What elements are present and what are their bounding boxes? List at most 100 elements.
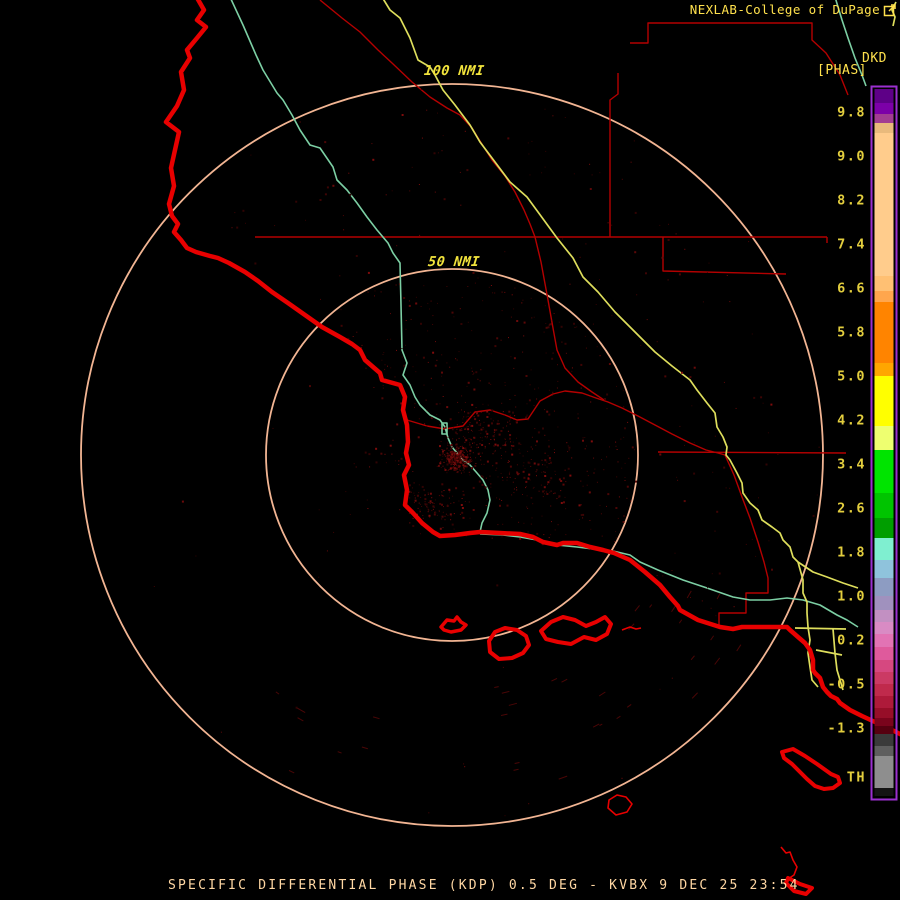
radar-echo-pixel bbox=[510, 424, 511, 425]
radar-echo-pixel bbox=[447, 458, 449, 460]
radar-echo-pixel bbox=[412, 487, 413, 488]
radar-echo-pixel bbox=[433, 509, 434, 510]
radar-echo-pixel bbox=[542, 464, 543, 465]
radar-echo-pixel bbox=[581, 504, 582, 505]
radar-echo-pixel bbox=[509, 472, 510, 473]
radar-echo-pixel bbox=[366, 368, 367, 369]
radar-echo-pixel bbox=[625, 477, 626, 478]
radar-echo-pixel bbox=[662, 575, 663, 576]
radar-echo-pixel bbox=[435, 499, 436, 500]
radar-echo-pixel bbox=[449, 498, 450, 499]
radar-echo-pixel bbox=[707, 587, 708, 588]
radar-echo-pixel bbox=[460, 308, 461, 309]
radar-echo-pixel bbox=[623, 406, 624, 407]
radar-echo-pixel bbox=[565, 343, 567, 345]
radar-echo-pixel bbox=[409, 522, 410, 523]
radar-echo-pixel bbox=[594, 473, 595, 474]
radar-echo-pixel bbox=[440, 461, 441, 462]
radar-echo-pixel bbox=[486, 433, 487, 434]
radar-echo-pixel bbox=[565, 508, 566, 509]
radar-echo-pixel bbox=[546, 353, 547, 354]
radar-echo-pixel bbox=[555, 474, 556, 475]
radar-echo-pixel bbox=[415, 371, 416, 372]
radar-echo-pixel bbox=[478, 425, 479, 426]
radar-echo-pixel bbox=[457, 424, 458, 425]
radar-echo-pixel bbox=[409, 513, 410, 514]
radar-echo-pixel bbox=[458, 461, 459, 462]
radar-echo-pixel bbox=[509, 421, 510, 422]
radar-echo-pixel bbox=[527, 416, 528, 417]
radar-echo-pixel bbox=[349, 194, 351, 196]
radar-echo-pixel bbox=[525, 417, 527, 419]
external-link-icon[interactable] bbox=[883, 3, 897, 17]
radar-echo-pixel bbox=[526, 486, 527, 487]
radar-echo-pixel bbox=[507, 505, 509, 507]
radar-echo-pixel bbox=[442, 150, 443, 151]
radar-echo-pixel bbox=[452, 460, 453, 461]
radar-echo-pixel bbox=[455, 459, 457, 461]
radar-echo-pixel bbox=[476, 407, 477, 408]
radar-echo-pixel bbox=[475, 457, 476, 458]
status-bar-text: SPECIFIC DIFFERENTIAL PHASE (KDP) 0.5 DE… bbox=[168, 878, 800, 893]
radar-echo-pixel bbox=[447, 437, 448, 438]
radar-echo-pixel bbox=[635, 481, 637, 483]
radar-echo-streak bbox=[600, 724, 603, 726]
radar-echo-pixel bbox=[522, 494, 523, 495]
radar-echo-pixel bbox=[461, 461, 462, 462]
radar-echo-pixel bbox=[470, 457, 471, 458]
radar-echo-pixel bbox=[439, 462, 441, 464]
colorbar-segment bbox=[875, 788, 894, 796]
radar-echo-pixel bbox=[469, 438, 470, 439]
radar-echo-pixel bbox=[480, 369, 481, 370]
radar-echo-pixel bbox=[497, 444, 499, 446]
radar-echo-pixel bbox=[485, 486, 487, 488]
radar-echo-pixel bbox=[436, 403, 438, 405]
radar-echo-pixel bbox=[454, 458, 455, 459]
radar-echo-pixel bbox=[527, 508, 528, 509]
radar-echo-pixel bbox=[527, 414, 528, 415]
radar-echo-pixel bbox=[542, 516, 543, 517]
radar-echo-pixel bbox=[445, 469, 447, 471]
radar-echo-pixel bbox=[462, 447, 464, 449]
radar-echo-pixel bbox=[470, 422, 471, 423]
radar-echo-streak bbox=[514, 769, 519, 770]
radar-echo-pixel bbox=[498, 420, 499, 421]
radar-echo-pixel bbox=[456, 461, 457, 462]
radar-echo-pixel bbox=[460, 470, 461, 471]
radar-echo-pixel bbox=[439, 510, 440, 511]
radar-echo-pixel bbox=[481, 444, 483, 446]
radar-echo-pixel bbox=[474, 442, 475, 443]
radar-echo-pixel bbox=[441, 504, 443, 506]
radar-echo-pixel bbox=[565, 497, 566, 498]
radar-echo-pixel bbox=[234, 212, 235, 213]
radar-echo-pixel bbox=[508, 460, 509, 461]
radar-echo-pixel bbox=[712, 573, 713, 574]
radar-echo-pixel bbox=[495, 444, 497, 446]
radar-echo-pixel bbox=[441, 354, 442, 355]
radar-echo-pixel bbox=[611, 225, 612, 226]
radar-echo-pixel bbox=[506, 441, 507, 442]
radar-echo-pixel bbox=[550, 477, 552, 479]
radar-echo-pixel bbox=[541, 485, 542, 486]
radar-echo-pixel bbox=[471, 368, 472, 369]
catalina-island-outline bbox=[782, 749, 840, 789]
radar-echo-pixel bbox=[501, 500, 502, 501]
radar-echo-pixel bbox=[625, 463, 626, 464]
radar-echo-pixel bbox=[512, 294, 513, 295]
colorbar-segment bbox=[875, 708, 894, 718]
radar-echo-pixel bbox=[452, 496, 453, 497]
radar-echo-pixel bbox=[345, 491, 346, 492]
colorbar-tick-label: 0.2 bbox=[837, 633, 866, 649]
radar-echo-pixel bbox=[458, 501, 459, 502]
radar-echo-pixel bbox=[431, 417, 433, 419]
radar-echo-pixel bbox=[510, 415, 511, 416]
radar-echo-pixel bbox=[463, 491, 464, 492]
radar-echo-pixel bbox=[453, 316, 454, 317]
radar-echo-pixel bbox=[499, 499, 500, 500]
radar-echo-pixel bbox=[581, 388, 582, 389]
radar-echo-pixel bbox=[531, 447, 532, 448]
radar-echo-streak bbox=[362, 747, 368, 749]
radar-echo-pixel bbox=[583, 437, 584, 438]
radar-echo-pixel bbox=[449, 492, 450, 493]
radar-echo-pixel bbox=[368, 292, 369, 293]
